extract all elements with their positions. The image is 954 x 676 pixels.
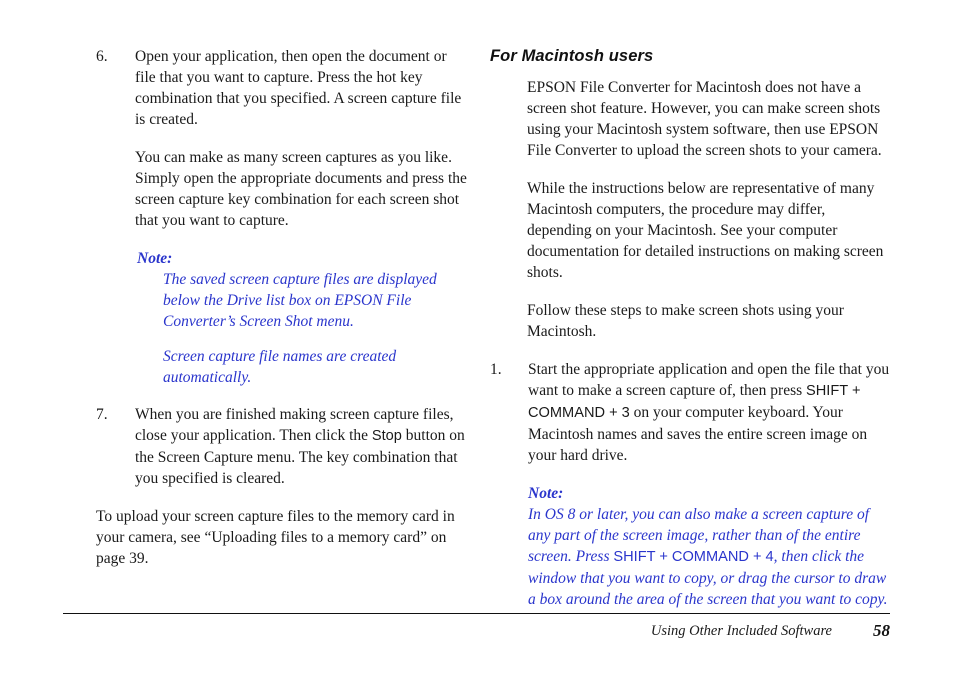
right-paragraph-1-block: EPSON File Converter for Macintosh does … [490, 77, 890, 161]
left-column: 6. Open your application, then open the … [96, 46, 468, 586]
list-item-mac-step-1: 1. Start the appropriate application and… [490, 359, 890, 466]
note-block-screen-capture-files: Note: The saved screen capture files are… [96, 248, 468, 388]
right-paragraph-2-block: While the instructions below are represe… [490, 178, 890, 283]
footer-chapter-title: Using Other Included Software [650, 622, 832, 639]
right-paragraph-1: EPSON File Converter for Macintosh does … [527, 79, 882, 159]
closing-paragraph: To upload your screen capture files to t… [96, 508, 455, 567]
step-6-paragraph-2: You can make as many screen captures as … [135, 149, 467, 229]
document-page: 6. Open your application, then open the … [0, 0, 954, 676]
section-heading-for-macintosh-users: For Macintosh users [490, 47, 654, 65]
list-item-step-6: 6. Open your application, then open the … [96, 46, 468, 130]
step-6-paragraph-1: Open your application, then open the doc… [135, 48, 462, 128]
note-block-os8-screen-capture: Note: In OS 8 or later, you can also mak… [528, 483, 890, 610]
list-item-number: 7. [96, 406, 108, 423]
right-paragraph-2: While the instructions below are represe… [527, 180, 884, 281]
right-paragraph-3: Follow these steps to make screen shots … [527, 302, 844, 340]
left-closing-paragraph-block: To upload your screen capture files to t… [96, 506, 468, 569]
footer-divider [63, 613, 890, 614]
footer-page-number: 58 [873, 621, 890, 640]
keyboard-shortcut-shift-command-4: SHIFT + COMMAND + 4 [613, 549, 774, 565]
stop-button-name: Stop [371, 428, 402, 444]
list-item-step-7: 7. When you are finished making screen c… [96, 404, 468, 489]
note-paragraph-2: Screen capture file names are created au… [163, 348, 397, 386]
note-paragraph-1: The saved screen capture files are displ… [163, 271, 437, 330]
list-item-number: 6. [96, 48, 108, 65]
right-column: For Macintosh users EPSON File Converter… [490, 46, 890, 626]
note-label: Note: [137, 250, 173, 267]
step-6-continuation: You can make as many screen captures as … [96, 147, 468, 231]
note-label: Note: [528, 485, 564, 502]
step-7-text: When you are finished making screen capt… [135, 404, 468, 489]
page-footer: Using Other Included Software 58 [63, 619, 890, 643]
note-paragraph: In OS 8 or later, you can also make a sc… [528, 504, 890, 610]
list-item-number: 1. [490, 361, 502, 378]
right-paragraph-3-block: Follow these steps to make screen shots … [490, 300, 890, 342]
mac-step-1-text: Start the appropriate application and op… [528, 359, 890, 466]
